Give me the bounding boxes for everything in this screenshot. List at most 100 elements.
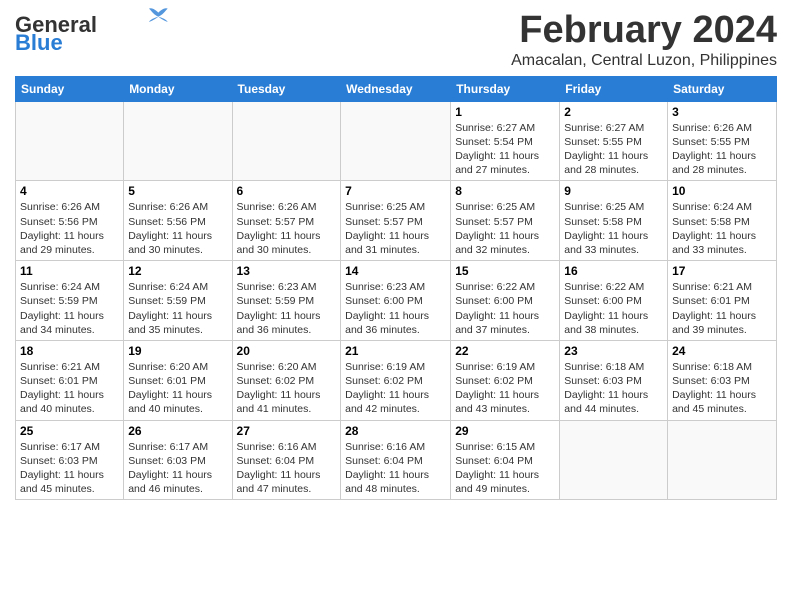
- day-cell: 22 Sunrise: 6:19 AM Sunset: 6:02 PM Dayli…: [451, 340, 560, 420]
- day-number: 4: [20, 184, 119, 198]
- day-number: 12: [128, 264, 227, 278]
- day-cell: [668, 420, 777, 500]
- day-info: Sunrise: 6:24 AM Sunset: 5:59 PM Dayligh…: [128, 280, 227, 337]
- title-area: February 2024 Amacalan, Central Luzon, P…: [511, 10, 777, 70]
- day-cell: [341, 101, 451, 181]
- day-number: 13: [237, 264, 337, 278]
- weekday-header-monday: Monday: [124, 76, 232, 101]
- day-number: 10: [672, 184, 772, 198]
- day-cell: [232, 101, 341, 181]
- day-info: Sunrise: 6:24 AM Sunset: 5:58 PM Dayligh…: [672, 200, 772, 257]
- day-info: Sunrise: 6:17 AM Sunset: 6:03 PM Dayligh…: [128, 440, 227, 497]
- day-info: Sunrise: 6:22 AM Sunset: 6:00 PM Dayligh…: [455, 280, 555, 337]
- day-cell: 26 Sunrise: 6:17 AM Sunset: 6:03 PM Dayli…: [124, 420, 232, 500]
- day-info: Sunrise: 6:21 AM Sunset: 6:01 PM Dayligh…: [20, 360, 119, 417]
- day-info: Sunrise: 6:15 AM Sunset: 6:04 PM Dayligh…: [455, 440, 555, 497]
- logo-blue: Blue: [15, 32, 63, 54]
- day-cell: 12 Sunrise: 6:24 AM Sunset: 5:59 PM Dayli…: [124, 261, 232, 341]
- day-cell: 28 Sunrise: 6:16 AM Sunset: 6:04 PM Dayli…: [341, 420, 451, 500]
- day-cell: 17 Sunrise: 6:21 AM Sunset: 6:01 PM Dayli…: [668, 261, 777, 341]
- day-cell: [124, 101, 232, 181]
- day-number: 5: [128, 184, 227, 198]
- day-info: Sunrise: 6:22 AM Sunset: 6:00 PM Dayligh…: [564, 280, 663, 337]
- day-cell: 18 Sunrise: 6:21 AM Sunset: 6:01 PM Dayli…: [16, 340, 124, 420]
- weekday-header-saturday: Saturday: [668, 76, 777, 101]
- day-info: Sunrise: 6:17 AM Sunset: 6:03 PM Dayligh…: [20, 440, 119, 497]
- day-info: Sunrise: 6:16 AM Sunset: 6:04 PM Dayligh…: [345, 440, 446, 497]
- day-number: 29: [455, 424, 555, 438]
- day-info: Sunrise: 6:19 AM Sunset: 6:02 PM Dayligh…: [455, 360, 555, 417]
- day-cell: 1 Sunrise: 6:27 AM Sunset: 5:54 PM Daylig…: [451, 101, 560, 181]
- weekday-header-wednesday: Wednesday: [341, 76, 451, 101]
- day-cell: 13 Sunrise: 6:23 AM Sunset: 5:59 PM Dayli…: [232, 261, 341, 341]
- day-cell: 24 Sunrise: 6:18 AM Sunset: 6:03 PM Dayli…: [668, 340, 777, 420]
- logo: General Blue: [15, 14, 169, 54]
- day-info: Sunrise: 6:26 AM Sunset: 5:55 PM Dayligh…: [672, 121, 772, 178]
- day-number: 8: [455, 184, 555, 198]
- day-number: 14: [345, 264, 446, 278]
- day-number: 23: [564, 344, 663, 358]
- day-cell: 8 Sunrise: 6:25 AM Sunset: 5:57 PM Daylig…: [451, 181, 560, 261]
- day-number: 20: [237, 344, 337, 358]
- day-cell: 2Sunrise: 6:27 AM Sunset: 5:55 PM Daylig…: [560, 101, 668, 181]
- day-cell: 23 Sunrise: 6:18 AM Sunset: 6:03 PM Dayli…: [560, 340, 668, 420]
- day-cell: [560, 420, 668, 500]
- month-title: February 2024: [511, 10, 777, 52]
- day-number: 1: [455, 105, 555, 119]
- weekday-header-friday: Friday: [560, 76, 668, 101]
- day-cell: 29 Sunrise: 6:15 AM Sunset: 6:04 PM Dayli…: [451, 420, 560, 500]
- day-number: 18: [20, 344, 119, 358]
- day-number: 17: [672, 264, 772, 278]
- day-number: 16: [564, 264, 663, 278]
- weekday-header-tuesday: Tuesday: [232, 76, 341, 101]
- day-cell: 19Sunrise: 6:20 AM Sunset: 6:01 PM Dayli…: [124, 340, 232, 420]
- day-info: Sunrise: 6:18 AM Sunset: 6:03 PM Dayligh…: [672, 360, 772, 417]
- day-info: Sunrise: 6:25 AM Sunset: 5:58 PM Dayligh…: [564, 200, 663, 257]
- day-info: Sunrise: 6:26 AM Sunset: 5:56 PM Dayligh…: [128, 200, 227, 257]
- day-number: 6: [237, 184, 337, 198]
- day-info: Sunrise: 6:27 AM Sunset: 5:54 PM Dayligh…: [455, 121, 555, 178]
- day-info: Sunrise: 6:25 AM Sunset: 5:57 PM Dayligh…: [345, 200, 446, 257]
- day-number: 3: [672, 105, 772, 119]
- day-info: Sunrise: 6:19 AM Sunset: 6:02 PM Dayligh…: [345, 360, 446, 417]
- day-info: Sunrise: 6:25 AM Sunset: 5:57 PM Dayligh…: [455, 200, 555, 257]
- day-cell: 11 Sunrise: 6:24 AM Sunset: 5:59 PM Dayli…: [16, 261, 124, 341]
- day-number: 27: [237, 424, 337, 438]
- day-number: 7: [345, 184, 446, 198]
- day-number: 28: [345, 424, 446, 438]
- day-number: 9: [564, 184, 663, 198]
- day-number: 24: [672, 344, 772, 358]
- day-cell: 10 Sunrise: 6:24 AM Sunset: 5:58 PM Dayli…: [668, 181, 777, 261]
- day-cell: 4 Sunrise: 6:26 AM Sunset: 5:56 PM Daylig…: [16, 181, 124, 261]
- week-row-4: 18 Sunrise: 6:21 AM Sunset: 6:01 PM Dayli…: [16, 340, 777, 420]
- bird-icon: [149, 5, 169, 23]
- day-cell: 5 Sunrise: 6:26 AM Sunset: 5:56 PM Daylig…: [124, 181, 232, 261]
- week-row-5: 25Sunrise: 6:17 AM Sunset: 6:03 PM Dayli…: [16, 420, 777, 500]
- day-info: Sunrise: 6:20 AM Sunset: 6:02 PM Dayligh…: [237, 360, 337, 417]
- day-number: 26: [128, 424, 227, 438]
- day-number: 22: [455, 344, 555, 358]
- day-info: Sunrise: 6:26 AM Sunset: 5:57 PM Dayligh…: [237, 200, 337, 257]
- day-number: 11: [20, 264, 119, 278]
- day-number: 19: [128, 344, 227, 358]
- header: General Blue February 2024 Amacalan, Cen…: [15, 10, 777, 70]
- location-title: Amacalan, Central Luzon, Philippines: [511, 52, 777, 70]
- day-cell: 16 Sunrise: 6:22 AM Sunset: 6:00 PM Dayli…: [560, 261, 668, 341]
- day-number: 2: [564, 105, 663, 119]
- day-number: 15: [455, 264, 555, 278]
- day-cell: 14Sunrise: 6:23 AM Sunset: 6:00 PM Dayli…: [341, 261, 451, 341]
- calendar: SundayMondayTuesdayWednesdayThursdayFrid…: [15, 76, 777, 500]
- day-info: Sunrise: 6:21 AM Sunset: 6:01 PM Dayligh…: [672, 280, 772, 337]
- day-cell: [16, 101, 124, 181]
- week-row-2: 4 Sunrise: 6:26 AM Sunset: 5:56 PM Daylig…: [16, 181, 777, 261]
- day-info: Sunrise: 6:23 AM Sunset: 5:59 PM Dayligh…: [237, 280, 337, 337]
- day-number: 21: [345, 344, 446, 358]
- day-info: Sunrise: 6:18 AM Sunset: 6:03 PM Dayligh…: [564, 360, 663, 417]
- day-info: Sunrise: 6:16 AM Sunset: 6:04 PM Dayligh…: [237, 440, 337, 497]
- day-info: Sunrise: 6:26 AM Sunset: 5:56 PM Dayligh…: [20, 200, 119, 257]
- day-cell: 20 Sunrise: 6:20 AM Sunset: 6:02 PM Dayli…: [232, 340, 341, 420]
- day-cell: 25Sunrise: 6:17 AM Sunset: 6:03 PM Dayli…: [16, 420, 124, 500]
- day-cell: 27 Sunrise: 6:16 AM Sunset: 6:04 PM Dayli…: [232, 420, 341, 500]
- day-info: Sunrise: 6:24 AM Sunset: 5:59 PM Dayligh…: [20, 280, 119, 337]
- day-cell: 21 Sunrise: 6:19 AM Sunset: 6:02 PM Dayli…: [341, 340, 451, 420]
